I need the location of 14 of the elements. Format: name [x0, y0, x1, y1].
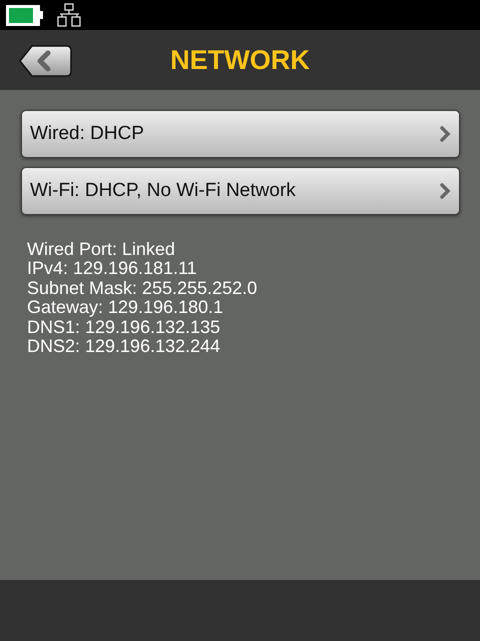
- menu-item[interactable]: Wired: DHCP: [21, 110, 460, 158]
- chevron-icon: [439, 125, 451, 143]
- chevron-icon: [439, 182, 451, 200]
- info-line: DNS2: 129.196.132.244: [27, 337, 222, 356]
- info-line: Gateway: 129.196.180.1: [27, 298, 224, 318]
- info-line: IPv4: 129.196.181.11: [27, 259, 198, 279]
- info-line: Wired Port: Linked: [27, 240, 176, 260]
- page-title: NETWORK: [170, 44, 310, 76]
- battery-icon: [6, 6, 43, 24]
- menu-item[interactable]: Wi-Fi: DHCP, No Wi-Fi Network: [21, 167, 460, 215]
- network-icon: [57, 2, 82, 28]
- back-button[interactable]: [18, 45, 72, 77]
- info-line: Subnet Mask: 255.255.252.0: [27, 278, 258, 298]
- info-line: DNS1: 129.196.132.135: [27, 318, 222, 338]
